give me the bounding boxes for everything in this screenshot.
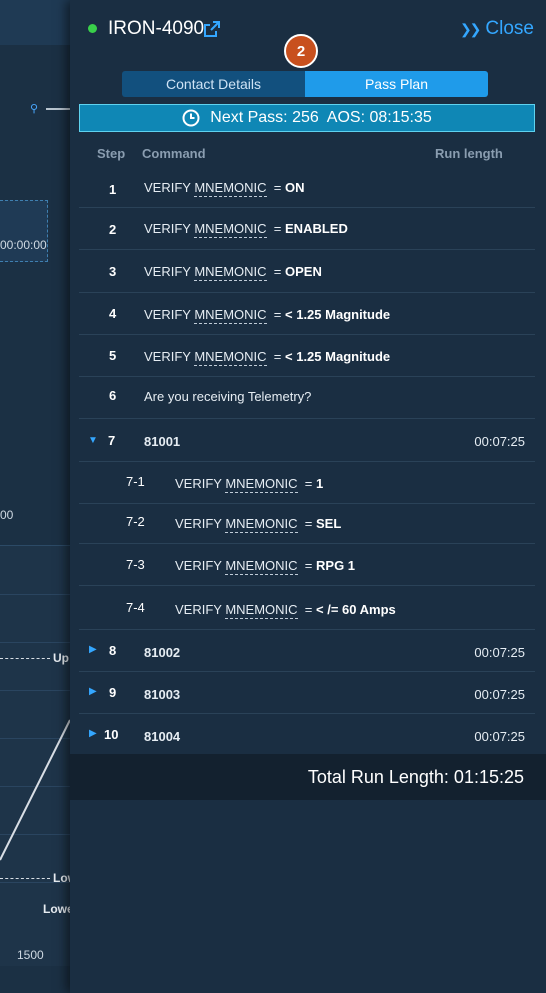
step-number: 7	[108, 433, 116, 448]
upper-threshold-line	[0, 658, 50, 659]
next-pass-text: Next Pass: 256 AOS: 08:15:35	[210, 109, 432, 126]
search-icon[interactable]: ⚲	[30, 102, 38, 115]
step-number: 2	[109, 222, 117, 237]
lower-label: Low	[53, 871, 70, 885]
background-topbar	[0, 0, 70, 45]
mnemonic-link[interactable]: MNEMONIC	[225, 602, 298, 619]
grid-line	[0, 594, 70, 595]
tab-pass-plan[interactable]: Pass Plan	[305, 71, 488, 97]
step-number: 5	[109, 348, 117, 363]
substep-number: 7-1	[126, 474, 145, 489]
step-number: 4	[109, 306, 117, 321]
column-header-run-length: Run length	[435, 146, 503, 161]
command-text: VERIFY MNEMONIC = ON	[144, 180, 305, 197]
mnemonic-link[interactable]: MNEMONIC	[225, 558, 298, 575]
mnemonic-link[interactable]: MNEMONIC	[225, 476, 298, 493]
step-number: 3	[109, 264, 117, 279]
plan-row-collapsed[interactable]: ▶ 9 81003 00:07:25	[79, 672, 535, 714]
plan-subrow[interactable]: 7-1 VERIFY MNEMONIC = 1	[79, 462, 535, 504]
grid-line	[0, 642, 70, 643]
plan-row-expanded[interactable]: ▼ 7 81001 00:07:25	[79, 419, 535, 462]
background-time-text: 00:00:00	[0, 238, 47, 252]
command-text: VERIFY MNEMONIC = ENABLED	[144, 221, 348, 238]
command-text: VERIFY MNEMONIC = RPG 1	[175, 558, 356, 575]
background-time-box	[0, 200, 48, 262]
tab-contact-details[interactable]: Contact Details	[122, 71, 305, 97]
command-text: Are you receiving Telemetry?	[144, 389, 312, 404]
plan-row[interactable]: 2 VERIFY MNEMONIC = ENABLED	[79, 208, 535, 250]
search-field-line	[46, 108, 70, 110]
command-id: 81002	[144, 645, 181, 660]
lower-label-2: Lowe	[43, 902, 70, 916]
command-text: VERIFY MNEMONIC = < 1.25 Magnitude	[144, 307, 391, 324]
mnemonic-link[interactable]: MNEMONIC	[194, 180, 267, 197]
caret-right-icon[interactable]: ▶	[89, 686, 97, 697]
step-badge: 2	[284, 34, 318, 68]
plan-row-collapsed[interactable]: ▶ 10 81004 00:07:25	[79, 714, 535, 754]
close-button[interactable]: ❯❯ Close	[460, 18, 534, 40]
mnemonic-link[interactable]: MNEMONIC	[194, 307, 267, 324]
axis-tick-1500: 1500	[17, 948, 44, 962]
close-label: Close	[485, 18, 534, 39]
column-header-step: Step	[97, 146, 126, 161]
substep-number: 7-2	[126, 514, 145, 529]
grid-line	[0, 690, 70, 691]
command-id: 81003	[144, 687, 181, 702]
caret-down-icon[interactable]: ▼	[88, 435, 98, 446]
plan-row[interactable]: 1 VERIFY MNEMONIC = ON	[79, 166, 535, 208]
background-zero-text: 00	[0, 508, 14, 522]
command-text: VERIFY MNEMONIC = < /= 60 Amps	[175, 602, 396, 619]
mnemonic-link[interactable]: MNEMONIC	[194, 349, 267, 366]
status-online-icon	[88, 24, 97, 33]
external-link-icon[interactable]	[203, 20, 221, 38]
command-text: VERIFY MNEMONIC = 1	[175, 476, 324, 493]
plan-row-collapsed[interactable]: ▶ 8 81002 00:07:25	[79, 630, 535, 672]
lower-threshold-line	[0, 878, 50, 879]
mnemonic-link[interactable]: MNEMONIC	[194, 221, 267, 238]
step-number: 10	[104, 727, 119, 742]
caret-right-icon[interactable]: ▶	[89, 644, 97, 655]
step-number: 8	[109, 643, 117, 658]
panel-title: IRON-4090	[108, 18, 205, 39]
plan-row[interactable]: 6 Are you receiving Telemetry?	[79, 377, 535, 419]
clock-icon	[182, 109, 200, 127]
step-number: 6	[109, 388, 117, 403]
column-header-command: Command	[142, 146, 206, 161]
step-number: 9	[109, 685, 117, 700]
plan-subrow[interactable]: 7-3 VERIFY MNEMONIC = RPG 1	[79, 544, 535, 586]
plan-row[interactable]: 3 VERIFY MNEMONIC = OPEN	[79, 250, 535, 293]
command-text: VERIFY MNEMONIC = < 1.25 Magnitude	[144, 349, 391, 366]
substep-number: 7-4	[126, 600, 145, 615]
caret-right-icon[interactable]: ▶	[89, 728, 97, 739]
command-id: 81004	[144, 729, 181, 744]
mnemonic-link[interactable]: MNEMONIC	[225, 516, 298, 533]
pass-plan-panel: IRON-4090 ❯❯ Close 2 Contact Details Pas…	[70, 0, 546, 993]
background-dashboard: ⚲ 00:00:00 00 Up Low Lowe 1500	[0, 0, 70, 993]
plan-row[interactable]: 5 VERIFY MNEMONIC = < 1.25 Magnitude	[79, 335, 535, 377]
substep-number: 7-3	[126, 557, 145, 572]
total-run-length: Total Run Length: 01:15:25	[70, 754, 546, 800]
command-text: VERIFY MNEMONIC = SEL	[175, 516, 342, 533]
mnemonic-link[interactable]: MNEMONIC	[194, 264, 267, 281]
double-chevron-right-icon: ❯❯	[459, 20, 482, 37]
run-length: 00:07:25	[474, 434, 525, 449]
plan-row[interactable]: 4 VERIFY MNEMONIC = < 1.25 Magnitude	[79, 293, 535, 335]
run-length: 00:07:25	[474, 687, 525, 702]
next-pass-banner: Next Pass: 256 AOS: 08:15:35	[79, 104, 535, 132]
plan-subrow[interactable]: 7-2 VERIFY MNEMONIC = SEL	[79, 504, 535, 544]
panel-tabs: Contact Details Pass Plan	[122, 71, 488, 97]
upper-label: Up	[53, 651, 69, 665]
run-length: 00:07:25	[474, 645, 525, 660]
command-text: VERIFY MNEMONIC = OPEN	[144, 264, 322, 281]
run-length: 00:07:25	[474, 729, 525, 744]
step-number: 1	[109, 182, 117, 197]
chart-line	[0, 719, 70, 861]
plan-subrow[interactable]: 7-4 VERIFY MNEMONIC = < /= 60 Amps	[79, 586, 535, 630]
command-id: 81001	[144, 434, 181, 449]
